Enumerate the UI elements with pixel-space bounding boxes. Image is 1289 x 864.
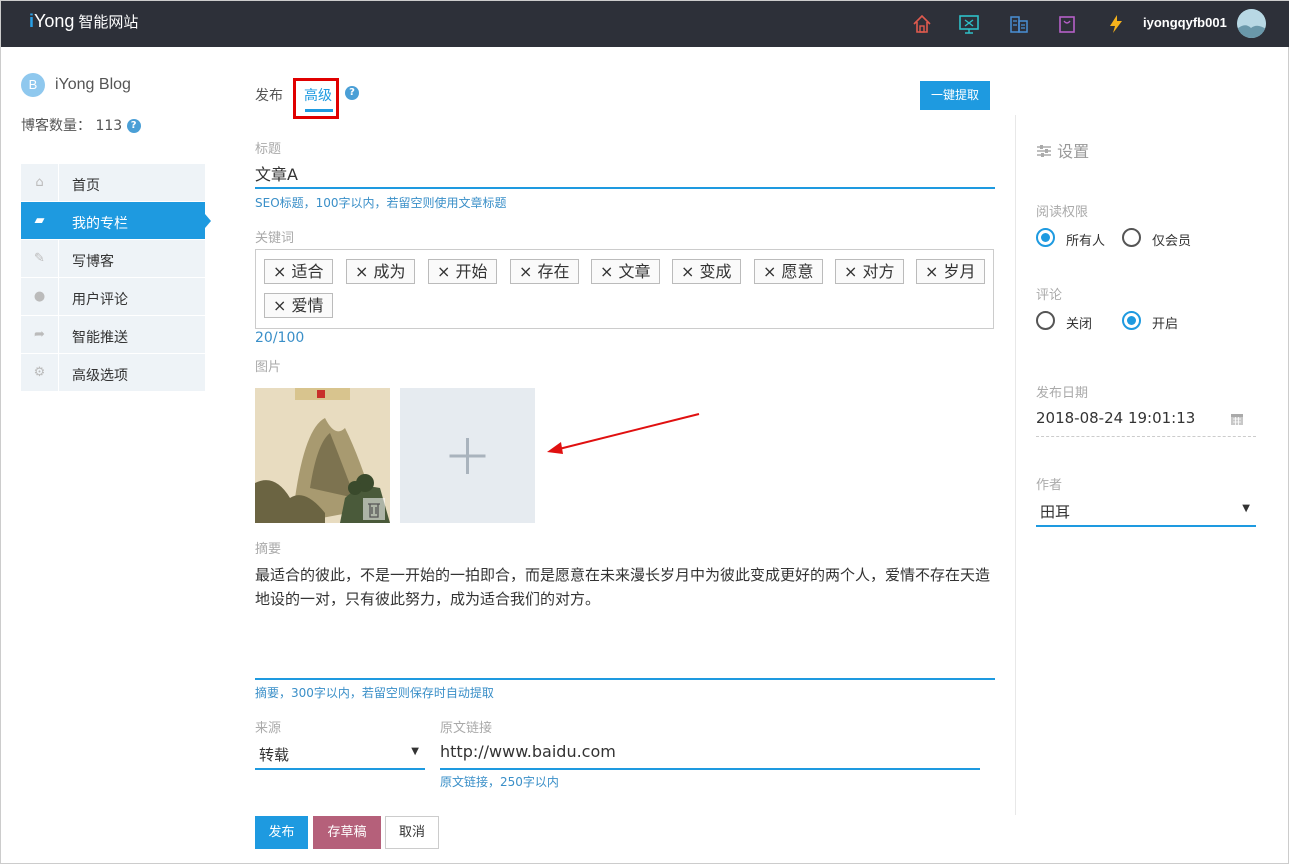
sidebar-item-write-blog[interactable]: ✎ 写博客	[21, 240, 205, 278]
dropdown-arrow-icon: ▼	[1242, 503, 1250, 514]
keyword-tag[interactable]: × 适合	[264, 259, 333, 284]
author-select[interactable]: 田耳 ▼	[1036, 501, 1256, 527]
keyword-tag[interactable]: × 愿意	[754, 259, 823, 284]
home-icon[interactable]	[911, 13, 933, 35]
radio-comment-off[interactable]	[1036, 311, 1055, 330]
keywords-count: 20/100	[255, 330, 305, 346]
home-icon: ⌂	[21, 164, 59, 201]
link-hint: 原文链接，250字以内	[440, 775, 559, 789]
title-label: 标题	[255, 142, 282, 157]
sliders-icon	[1037, 145, 1051, 157]
username[interactable]: iyongqyfb001	[1143, 15, 1227, 30]
avatar[interactable]	[1237, 9, 1266, 38]
keywords-box[interactable]: × 适合 × 成为 × 开始 × 存在 × 文章 × 变成 × 愿意 × 对方 …	[255, 249, 994, 329]
settings-title: 设置	[1036, 138, 1089, 162]
link-label: 原文链接	[440, 721, 493, 736]
radio-read-all-label: 所有人	[1066, 234, 1106, 249]
sidebar-item-comments[interactable]: ● 用户评论	[21, 278, 205, 316]
sidebar-item-push[interactable]: ➦ 智能推送	[21, 316, 205, 354]
sidebar-nav: ⌂ 首页 ▰ 我的专栏 ✎ 写博客 ● 用户评论 ➦ 智能推送 ⚙ 高级选项	[21, 164, 211, 392]
radio-comment-off-label: 关闭	[1066, 317, 1093, 332]
radio-comment-on-label: 开启	[1152, 317, 1179, 332]
keyword-tag[interactable]: × 存在	[510, 259, 579, 284]
publish-button[interactable]: 发布	[255, 816, 308, 849]
keyword-tag[interactable]: × 开始	[428, 259, 497, 284]
radio-read-member[interactable]	[1122, 228, 1141, 247]
app-logo[interactable]: iYong 智能网站	[29, 11, 138, 32]
help-icon[interactable]: ?	[126, 119, 141, 133]
gears-icon: ⚙	[21, 354, 59, 391]
folder-icon: ▰	[21, 202, 59, 239]
title-input[interactable]: 文章A	[255, 161, 995, 189]
source-label: 来源	[255, 721, 282, 736]
link-input[interactable]: http://www.baidu.com	[440, 742, 980, 770]
keyword-tag[interactable]: × 变成	[672, 259, 741, 284]
keyword-tag[interactable]: × 爱情	[264, 293, 333, 318]
author-label: 作者	[1036, 478, 1063, 493]
sidebar-item-my-column[interactable]: ▰ 我的专栏	[21, 202, 211, 240]
blog-name: BiYong Blog	[21, 73, 131, 97]
keyword-tag[interactable]: × 对方	[835, 259, 904, 284]
monitor-icon[interactable]	[958, 13, 980, 35]
bag-icon[interactable]	[1056, 13, 1078, 35]
title-hint: SEO标题，100字以内，若留空则使用文章标题	[255, 196, 507, 210]
radio-comment-on[interactable]	[1122, 311, 1141, 330]
keyword-tag[interactable]: × 文章	[591, 259, 660, 284]
lightning-icon[interactable]	[1105, 13, 1127, 35]
keyword-tag[interactable]: × 成为	[346, 259, 415, 284]
edit-icon: ✎	[21, 240, 59, 277]
help-icon[interactable]: ?	[345, 86, 359, 100]
cancel-button[interactable]: 取消	[385, 816, 439, 849]
comment-icon: ●	[21, 278, 59, 315]
summary-underline	[255, 678, 995, 680]
sidebar-item-home[interactable]: ⌂ 首页	[21, 164, 205, 202]
blog-initial-icon: B	[21, 73, 45, 97]
uploaded-image[interactable]	[255, 388, 390, 523]
add-image-button[interactable]	[400, 388, 535, 523]
read-permission-label: 阅读权限	[1036, 205, 1089, 220]
arrow-annotation-icon	[547, 413, 700, 454]
blog-count: 博客数量： 113 ?	[21, 115, 141, 135]
highlight-box	[293, 78, 339, 119]
summary-hint: 摘要，300字以内，若留空则保存时自动提取	[255, 686, 494, 700]
sidebar-item-advanced[interactable]: ⚙ 高级选项	[21, 354, 205, 392]
radio-read-member-label: 仅会员	[1152, 234, 1192, 249]
date-input[interactable]: 2018-08-24 19:01:13	[1036, 409, 1256, 437]
radio-read-all[interactable]	[1036, 228, 1055, 247]
keywords-label: 关键词	[255, 231, 295, 246]
summary-text[interactable]: 最适合的彼此，不是一开始的一拍即合，而是愿意在未来漫长岁月中为彼此变成更好的两个…	[255, 563, 995, 611]
image-label: 图片	[255, 360, 282, 375]
top-bar: iYong 智能网站 iyongqyfb001	[1, 1, 1289, 47]
landscape-painting-thumbnail	[255, 388, 390, 523]
share-icon: ➦	[21, 316, 59, 353]
calendar-icon	[1231, 414, 1243, 425]
save-draft-button[interactable]: 存草稿	[313, 816, 381, 849]
tab-publish[interactable]: 发布	[255, 85, 283, 105]
comment-label: 评论	[1036, 288, 1063, 303]
keyword-tag[interactable]: × 岁月	[916, 259, 985, 284]
plus-icon	[449, 438, 486, 474]
date-label: 发布日期	[1036, 386, 1089, 401]
summary-label: 摘要	[255, 542, 282, 557]
dropdown-arrow-icon: ▼	[411, 746, 419, 757]
building-icon[interactable]	[1008, 13, 1030, 35]
settings-divider	[1015, 115, 1016, 815]
extract-button[interactable]: 一键提取	[920, 81, 990, 110]
source-select[interactable]: 转载 ▼	[255, 744, 425, 770]
